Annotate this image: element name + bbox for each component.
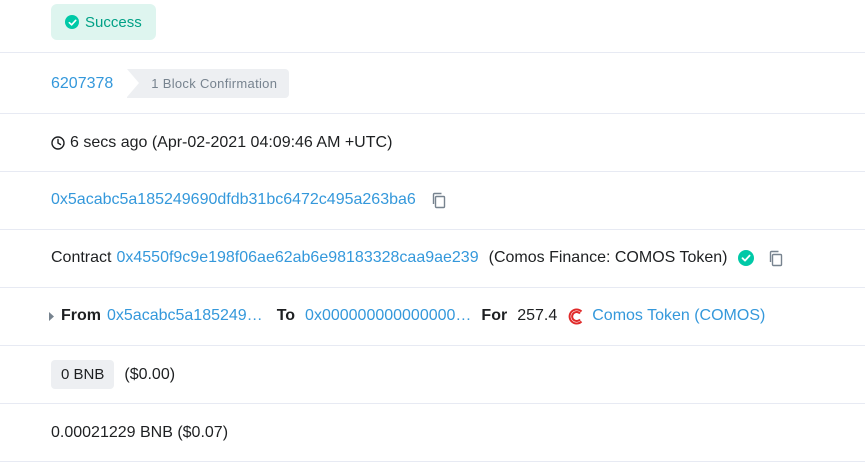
timestamp-text: 6 secs ago (Apr-02-2021 04:09:46 AM +UTC… (70, 134, 393, 151)
transfer-from-label: From (61, 307, 101, 324)
copy-icon[interactable] (431, 192, 447, 209)
from-row: 0x5acabc5a185249690dfdb31bc6472c495a263b… (0, 172, 865, 230)
status-label: Success (85, 13, 142, 31)
value-amount-badge: 0 BNB (51, 360, 115, 389)
caret-right-icon (49, 311, 54, 321)
fee-text: 0.00021229 BNB ($0.07) (51, 424, 229, 441)
transfer-to-link[interactable]: 0x000000000000000… (305, 307, 471, 325)
contract-address-link[interactable]: 0x4550f9c9e198f06ae62ab6e98183328caa9ae2… (116, 249, 478, 267)
to-row: Contract 0x4550f9c9e198f06ae62ab6e981833… (0, 230, 865, 288)
verified-check-icon (737, 250, 754, 266)
status-badge: Success (51, 4, 156, 40)
value-usd: ($0.00) (124, 365, 176, 383)
token-transfer-row: From 0x5acabc5a185249… To 0x000000000000… (0, 288, 865, 346)
block-confirmation-badge: 1 Block Confirmation (127, 69, 290, 98)
token-link[interactable]: Comos Token (COMOS) (592, 307, 765, 325)
block-number-link[interactable]: 6207378 (51, 75, 113, 93)
clock-icon (51, 136, 65, 150)
check-circle-icon (65, 15, 79, 29)
transfer-amount: 257.4 (517, 307, 558, 324)
transfer-to-label: To (276, 307, 296, 324)
contract-name: (Comos Finance: COMOS Token) (488, 249, 728, 266)
transfer-from-link[interactable]: 0x5acabc5a185249… (107, 307, 263, 325)
fee-row: 0.00021229 BNB ($0.07) (0, 404, 865, 462)
value-row: 0 BNB ($0.00) (0, 346, 865, 404)
block-row: 6207378 1 Block Confirmation (0, 53, 865, 114)
status-row: Success (0, 0, 865, 53)
comos-token-icon (568, 308, 585, 325)
transfer-for-label: For (481, 307, 508, 324)
timestamp-row: 6 secs ago (Apr-02-2021 04:09:46 AM +UTC… (0, 114, 865, 172)
from-address-link[interactable]: 0x5acabc5a185249690dfdb31bc6472c495a263b… (51, 191, 416, 209)
contract-prefix: Contract (51, 249, 112, 266)
copy-icon[interactable] (768, 250, 784, 267)
